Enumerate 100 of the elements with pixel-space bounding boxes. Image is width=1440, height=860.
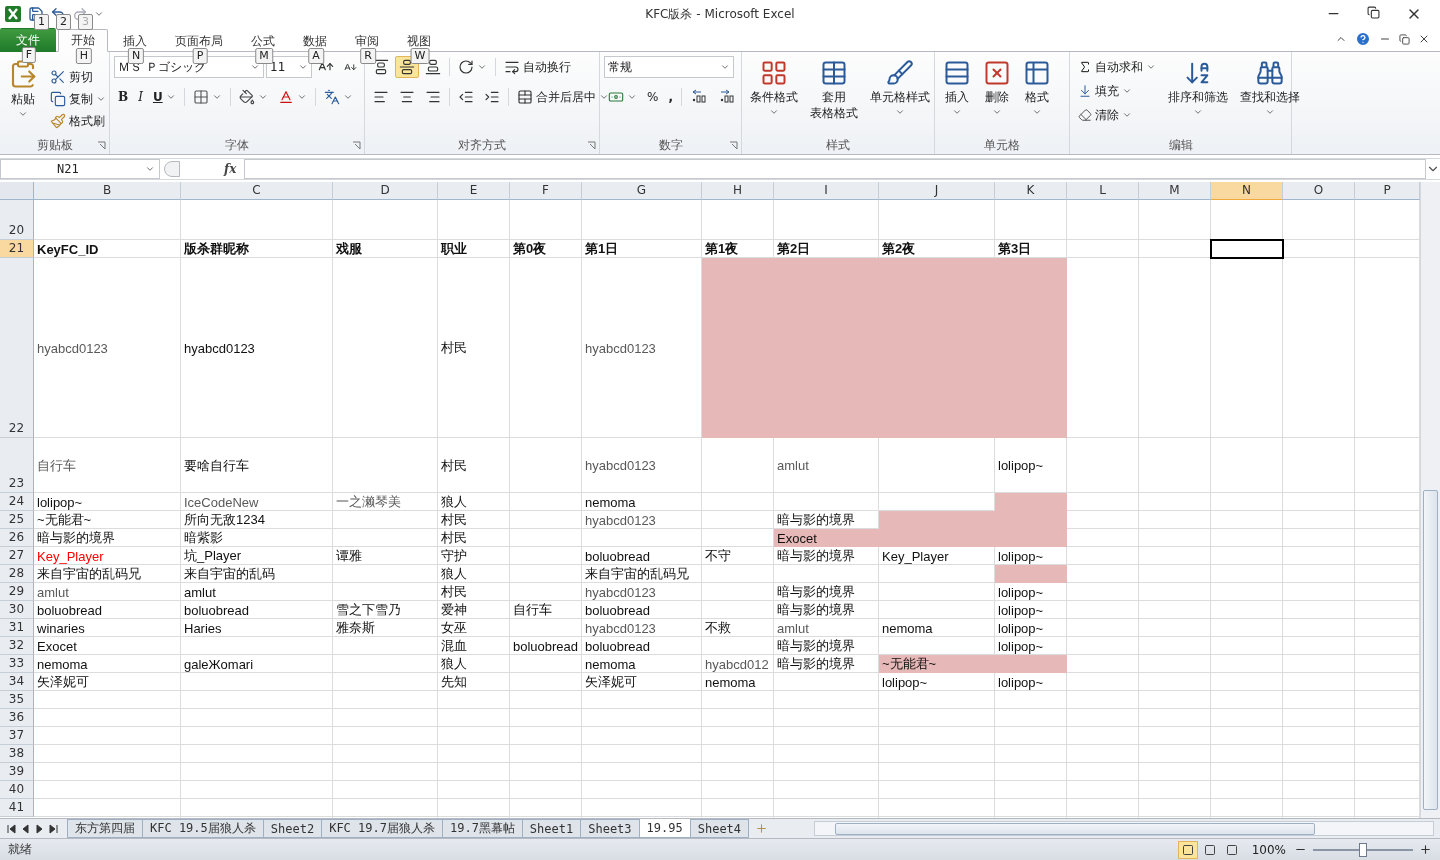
table-cell-text: 第1夜 xyxy=(704,240,740,258)
keytip-tooltip: H xyxy=(75,48,93,64)
table-cell: Exocet xyxy=(774,529,879,547)
table-cell-text: boluobread xyxy=(584,547,652,565)
table-cell-text: amlut xyxy=(776,619,810,637)
table-cell-text: hyabcd0123 xyxy=(584,457,657,475)
table-cell-text: 暗与影的境界 xyxy=(776,583,856,601)
table-cell-text: lolipop~ xyxy=(997,601,1045,619)
table-cell-text: nemoma xyxy=(704,673,757,691)
table-cell-text: boluobread xyxy=(36,601,104,619)
table-cell-text: 狼人 xyxy=(440,565,468,583)
keytip-tooltip: N xyxy=(127,48,145,64)
table-cell-text: lolipop~ xyxy=(997,637,1045,655)
table-cell-text: hyabcd0123 xyxy=(183,339,256,358)
table-cell-text: boluobread xyxy=(512,637,580,655)
table-cell-text: 村民 xyxy=(440,456,468,475)
table-cell-text: 所向无敌1234 xyxy=(183,511,266,529)
table-cell-text: 狼人 xyxy=(440,655,468,673)
table-cell-text: 混血 xyxy=(440,637,468,655)
table-cell-text: galeЖomari xyxy=(183,655,255,673)
table-cell-text: hyabcd0123 xyxy=(584,511,657,529)
table-cell-text: hyabcd0123 xyxy=(584,339,657,358)
table-cell-text: lolipop~ xyxy=(36,493,84,511)
group-label: 数字 xyxy=(657,137,684,154)
window-title: KFC版杀 - Microsoft Excel xyxy=(645,6,795,21)
table-cell-text: 爱神 xyxy=(440,601,468,619)
table-cell-text: 暗与影的境界 xyxy=(36,529,116,547)
table-cell-text: Exocet xyxy=(36,637,78,655)
table-cell-text: hyabcd0123 xyxy=(36,339,109,358)
table-cell-text: 村民 xyxy=(440,529,468,547)
table-cell-text: 守护 xyxy=(440,547,468,565)
keytip-tooltip: 3 xyxy=(78,14,93,30)
table-cell-text: 来自宇宙的乱码兄 xyxy=(584,565,690,583)
keytip-tooltip: F xyxy=(21,47,37,63)
table-cell-text: lolipop~ xyxy=(997,619,1045,637)
table-cell-text: IceCodeNew xyxy=(183,493,260,511)
table-cell-text: boluobread xyxy=(584,601,652,619)
keytip-tooltip: P xyxy=(192,48,208,64)
table-cell-text: 职业 xyxy=(440,240,468,258)
table-cell-text: ~无能君~ xyxy=(36,511,93,529)
table-cell-text: 来自宇宙的乱码 xyxy=(183,565,276,583)
table-cell-text: amlut xyxy=(36,583,70,601)
group-label: 样式 xyxy=(825,137,851,154)
table-cell-text: boluobread xyxy=(584,637,652,655)
table-cell-text: 村民 xyxy=(440,511,468,529)
table-cell-text: 版杀群昵称 xyxy=(183,240,250,258)
table-cell-text: 坑_Player xyxy=(183,547,243,565)
table-cell-text: Key_Player xyxy=(881,547,950,565)
table-cell-text: 先知 xyxy=(440,673,468,691)
table-cell-text: lolipop~ xyxy=(881,673,929,691)
table-cell-text: 村民 xyxy=(440,339,468,357)
table-cell-text: lolipop~ xyxy=(997,457,1045,475)
table-cell-text: 雅奈斯 xyxy=(335,619,376,637)
table-cell-text: KeyFC_ID xyxy=(36,240,100,258)
table-cell-text: 女巫 xyxy=(440,619,468,637)
group-label: 对齐方式 xyxy=(457,137,507,154)
table-cell-text: 第2日 xyxy=(776,240,812,258)
table-cell-text: 暗与影的境界 xyxy=(776,511,856,529)
table-cell-text: 暗与影的境界 xyxy=(776,601,856,619)
group-label: 编辑 xyxy=(1167,137,1194,154)
table-cell-text: nemoma xyxy=(881,619,934,637)
table-cell-text: 谭雅 xyxy=(335,547,363,565)
table-cell-text: 自行车 xyxy=(512,601,553,619)
table-cell-text: amlut xyxy=(183,583,217,601)
keytip-tooltip: A xyxy=(308,48,324,64)
table-cell-text: Haries xyxy=(183,619,223,637)
keytip-tooltip: 1 xyxy=(34,14,49,30)
table-cell-text: 矢泽妮可 xyxy=(36,673,90,691)
table-cell-text: lolipop~ xyxy=(997,547,1045,565)
table-cell-text: 来自宇宙的乱码兄 xyxy=(36,565,142,583)
table-cell-text: nemoma xyxy=(36,655,89,673)
table-cell-text: nemoma xyxy=(584,655,637,673)
table-cell-text: 一之濑琴美 xyxy=(335,493,402,511)
table-cell-text: 第2夜 xyxy=(881,240,917,258)
table-cell-text: 暗与影的境界 xyxy=(776,637,856,655)
table-cell: ~无能君~ xyxy=(879,655,995,673)
table-cell-text: 暗紫影 xyxy=(183,529,224,547)
table-cell-text: boluobread xyxy=(183,601,251,619)
table-cell-text: 暗与影的境界 xyxy=(776,655,856,673)
table-cell-text: hyabcd0123 xyxy=(584,619,657,637)
table-cell-text: hyabcd0123 xyxy=(584,583,657,601)
table-cell-text: 第1日 xyxy=(584,240,620,258)
status-text: 就绪 xyxy=(8,841,32,858)
group-label: 字体 xyxy=(224,137,250,154)
table-cell-text: 不守 xyxy=(704,547,732,565)
table-cell-text: amlut xyxy=(776,457,810,475)
table-cell-text: 不救 xyxy=(704,619,732,637)
table-cell-text: 戏服 xyxy=(335,240,363,258)
table-cell-text: lolipop~ xyxy=(997,583,1045,601)
table-cell-text: 村民 xyxy=(440,583,468,601)
table-cell-text: lolipop~ xyxy=(997,673,1045,691)
table-cell-text: hyabcd012 xyxy=(704,655,770,673)
keytip-tooltip: M xyxy=(255,48,273,64)
table-cell-text: Key_Player xyxy=(36,547,105,565)
table-cell-text: 要啥自行车 xyxy=(183,456,250,475)
table-cell-text: winaries xyxy=(36,619,86,637)
table-cell-text: 狼人 xyxy=(440,493,468,511)
group-label: 剪贴板 xyxy=(35,137,74,154)
table-cell-text: 矢泽妮可 xyxy=(584,673,638,691)
keytip-tooltip: 2 xyxy=(56,14,71,30)
